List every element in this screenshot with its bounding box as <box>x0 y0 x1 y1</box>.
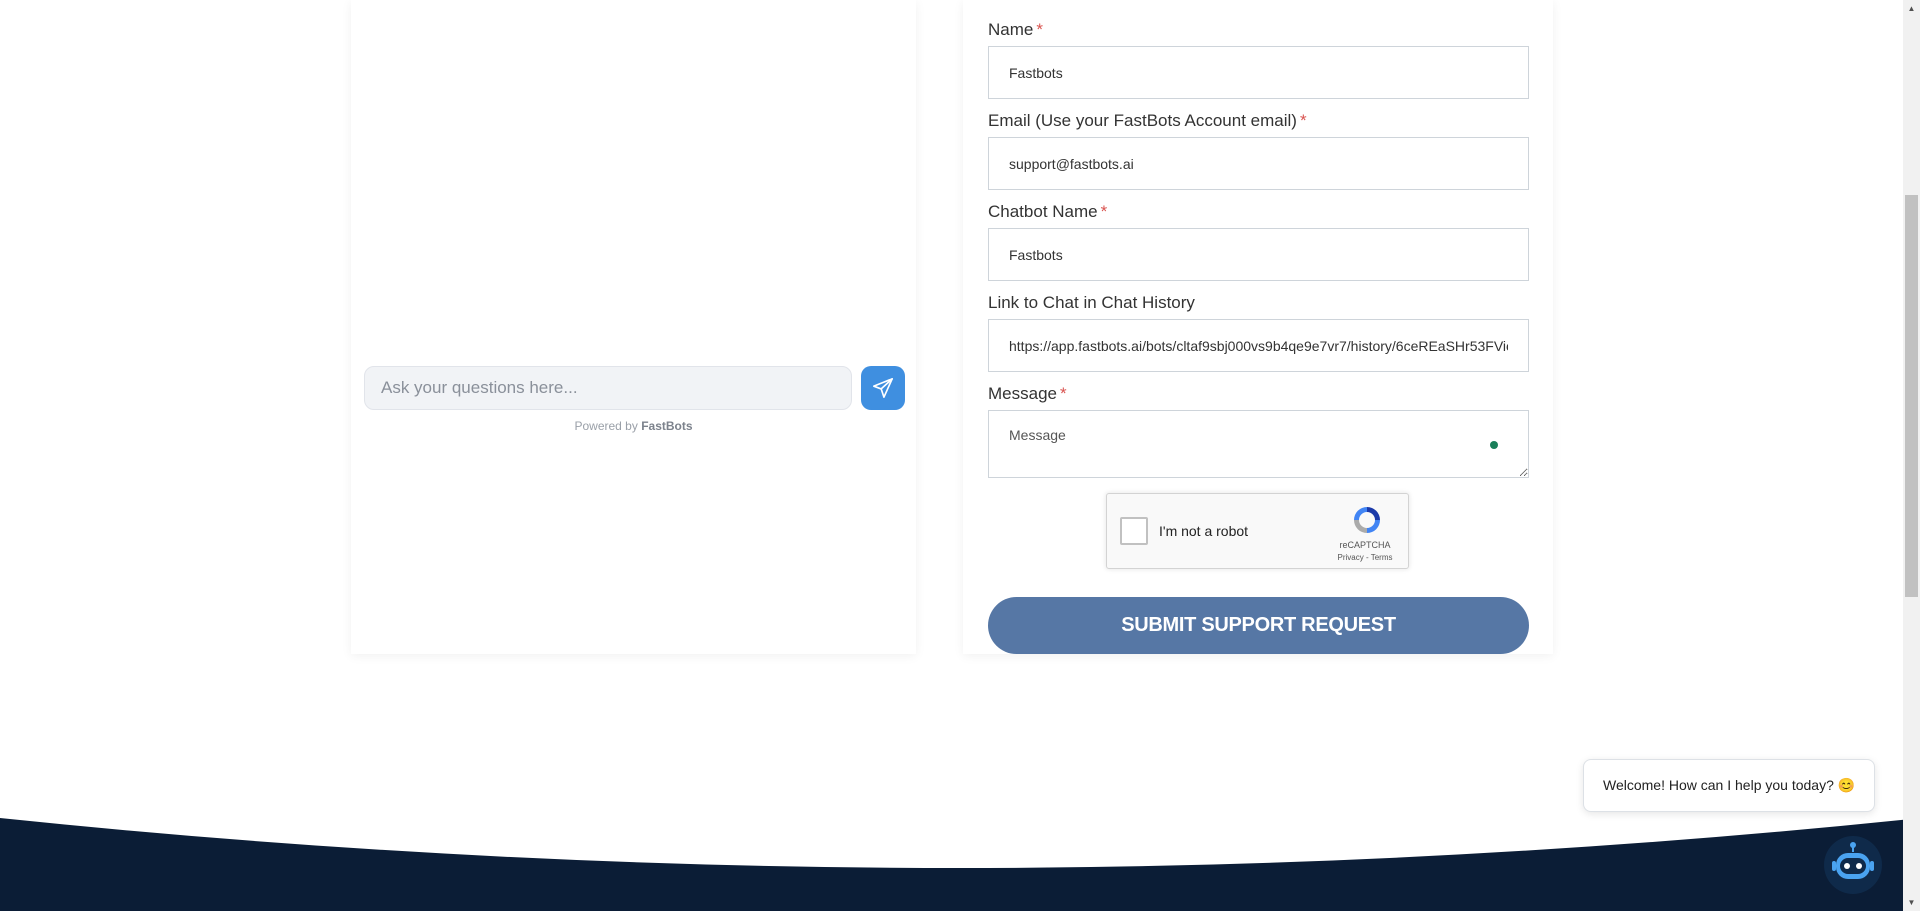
required-marker: * <box>1100 202 1108 221</box>
robot-icon <box>1832 842 1874 879</box>
submit-support-request-button[interactable]: SUBMIT SUPPORT REQUEST <box>988 597 1529 654</box>
message-label-text: Message <box>988 384 1057 403</box>
name-label-text: Name <box>988 20 1034 39</box>
chat-question-input[interactable] <box>364 366 852 410</box>
recaptcha-widget: I'm not a robot reCAPTCHA Privacy - Term… <box>1106 493 1409 569</box>
chatbot-name-label-text: Chatbot Name <box>988 202 1098 221</box>
required-marker: * <box>1059 384 1067 403</box>
footer-wave <box>0 818 1920 911</box>
powered-by: Powered by FastBots <box>351 419 916 433</box>
grammar-check-icon[interactable] <box>1490 441 1498 449</box>
name-label: Name * <box>988 20 1043 40</box>
chatbot-name-input[interactable] <box>988 228 1529 281</box>
email-label: Email (Use your FastBots Account email) * <box>988 111 1307 131</box>
welcome-text: Welcome! How can I help you today? 😊 <box>1603 777 1856 793</box>
powered-by-brand: FastBots <box>641 419 693 433</box>
chatbot-name-label: Chatbot Name * <box>988 202 1107 222</box>
chat-panel: Powered by FastBots <box>351 0 916 654</box>
recaptcha-links[interactable]: Privacy - Terms <box>1307 553 1423 562</box>
chat-link-label: Link to Chat in Chat History <box>988 293 1195 313</box>
send-message-button[interactable] <box>861 366 905 410</box>
chat-link-input[interactable] <box>988 319 1529 372</box>
recaptcha-logo-icon <box>1354 507 1380 533</box>
email-label-text: Email (Use your FastBots Account email) <box>988 111 1297 130</box>
scroll-thumb[interactable] <box>1905 195 1918 597</box>
recaptcha-brand: reCAPTCHA <box>1339 540 1391 550</box>
name-input[interactable] <box>988 46 1529 99</box>
message-textarea[interactable] <box>988 410 1529 478</box>
chatbot-launcher-button[interactable] <box>1824 836 1882 894</box>
page-scrollbar[interactable]: ▲ ▼ <box>1903 0 1920 911</box>
welcome-bubble[interactable]: Welcome! How can I help you today? 😊 <box>1583 759 1875 812</box>
recaptcha-label: I'm not a robot <box>1159 523 1249 539</box>
email-input[interactable] <box>988 137 1529 190</box>
paper-plane-icon <box>873 378 893 398</box>
scroll-up-arrow-icon[interactable]: ▲ <box>1903 0 1920 17</box>
chat-link-label-text: Link to Chat in Chat History <box>988 293 1195 312</box>
required-marker: * <box>1036 20 1043 39</box>
page: Powered by FastBots Name* Email (Use you… <box>0 0 1920 911</box>
support-form: Name* Email (Use your FastBots Account e… <box>963 0 1553 654</box>
message-label: Message * <box>988 384 1067 404</box>
recaptcha-checkbox[interactable] <box>1120 517 1148 545</box>
scroll-down-arrow-icon[interactable]: ▼ <box>1903 894 1920 911</box>
required-marker: * <box>1299 111 1307 130</box>
powered-by-prefix: Powered by <box>574 419 638 433</box>
